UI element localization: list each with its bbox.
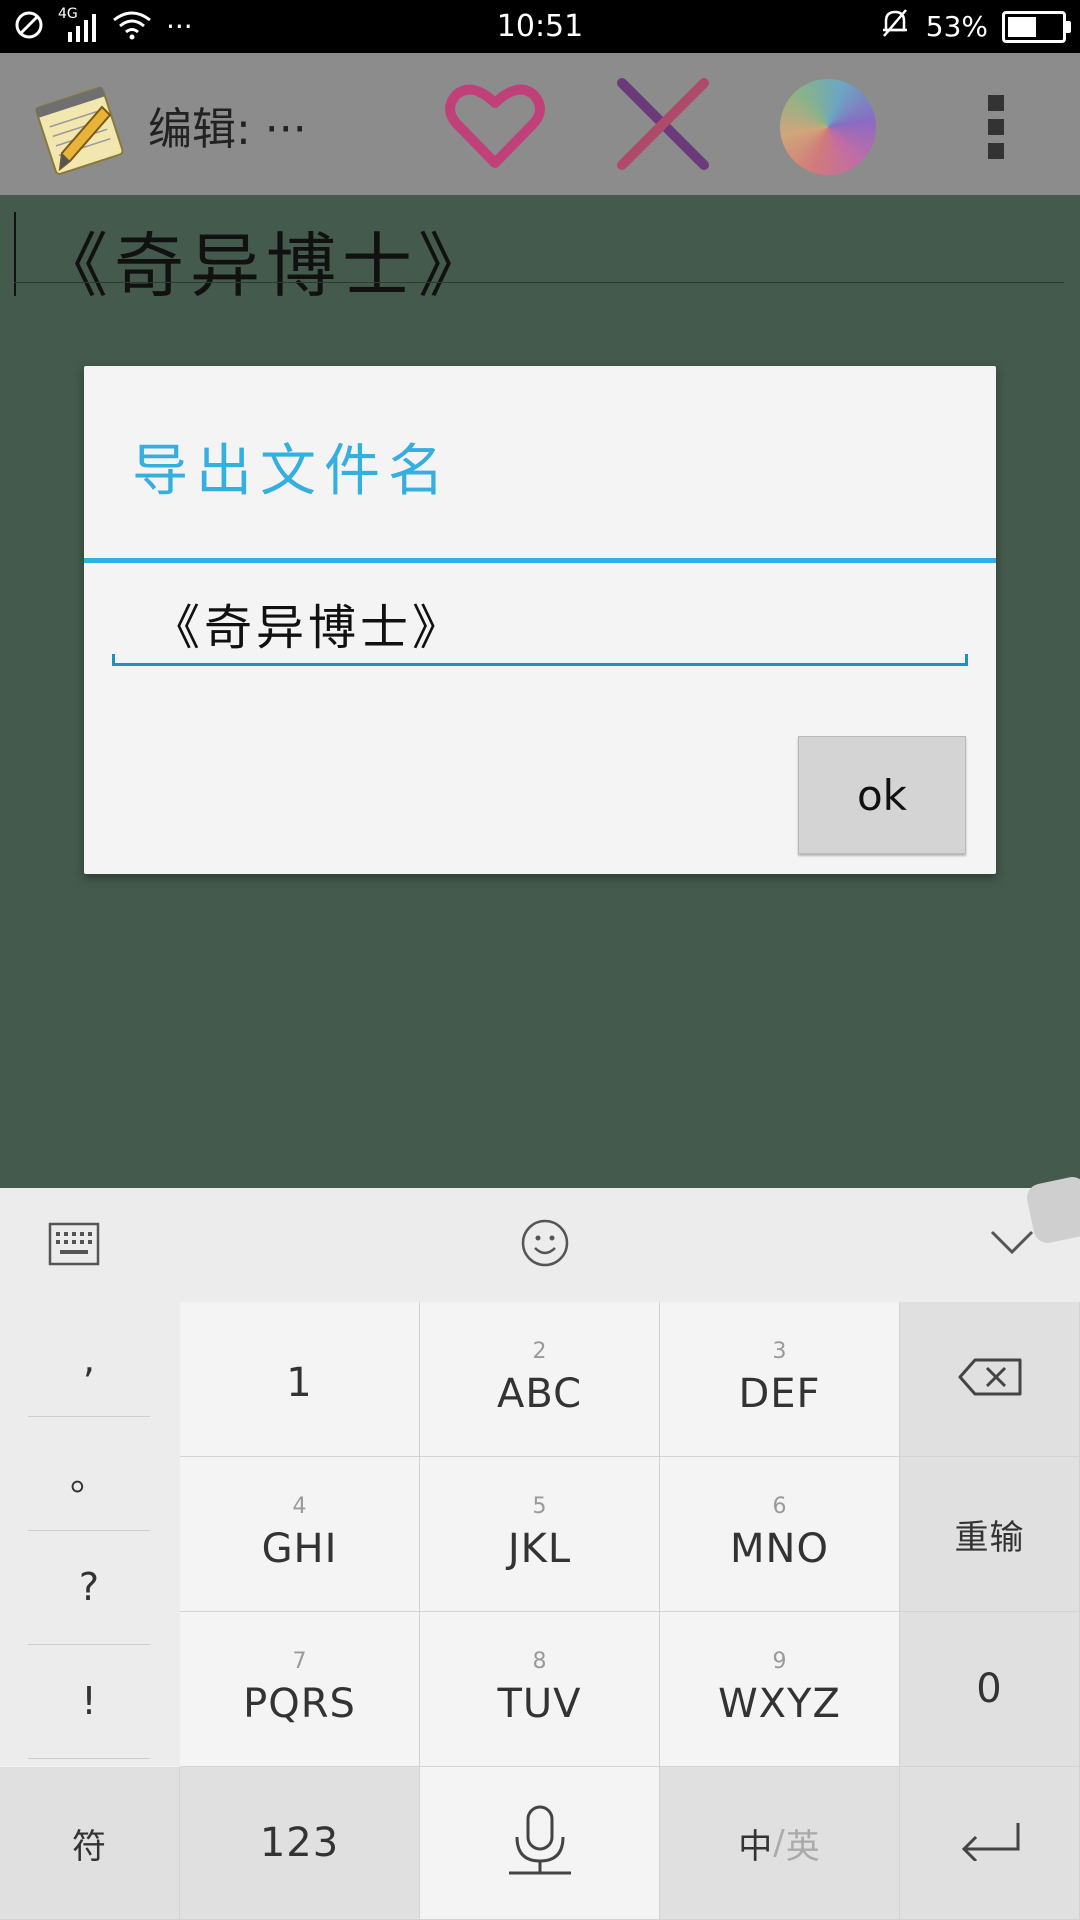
voice-input-key[interactable] (420, 1767, 660, 1920)
language-switch-key[interactable]: 中 / 英 (660, 1767, 900, 1920)
punctuation-column: , 。 ? ! (0, 1302, 181, 1766)
backspace-icon (957, 1357, 1023, 1401)
numeric-key[interactable]: 123 (180, 1767, 420, 1920)
key-5-jkl[interactable]: 5 JKL (420, 1457, 660, 1612)
close-icon[interactable] (612, 73, 714, 175)
keyboard-icon[interactable] (48, 1222, 100, 1270)
text-cursor (14, 212, 16, 296)
alarm-off-icon (878, 6, 912, 48)
microphone-icon (507, 1805, 573, 1881)
enter-icon (958, 1821, 1022, 1865)
color-palette-icon[interactable] (780, 79, 876, 175)
punct-key-period[interactable]: 。 (28, 1416, 150, 1531)
battery-icon (1002, 10, 1071, 43)
punct-key-comma[interactable]: , (28, 1302, 150, 1417)
collapse-keyboard-icon[interactable] (990, 1228, 1034, 1262)
key-8-tuv[interactable]: 8 TUV (420, 1612, 660, 1767)
editor-title: 编辑: ··· (148, 104, 307, 155)
dialog-divider (84, 558, 996, 563)
emoji-icon[interactable] (520, 1218, 570, 1272)
export-filename-dialog: 导出文件名 《奇异博士》 ok (84, 366, 996, 874)
symbols-key[interactable]: 符 (0, 1767, 180, 1920)
backspace-key[interactable] (900, 1302, 1080, 1457)
overflow-menu-icon[interactable] (984, 95, 1008, 159)
key-7-pqrs[interactable]: 7 PQRS (180, 1612, 420, 1767)
key-1[interactable]: 1 (180, 1302, 420, 1457)
key-4-ghi[interactable]: 4 GHI (180, 1457, 420, 1612)
key-3-def[interactable]: 3 DEF (660, 1302, 900, 1457)
heart-icon[interactable] (440, 71, 550, 181)
editor-text[interactable]: 《奇异博士》 (38, 210, 494, 311)
key-9-wxyz[interactable]: 9 WXYZ (660, 1612, 900, 1767)
action-bar: 编辑: ··· (0, 53, 1080, 195)
filename-value: 《奇异博士》 (152, 600, 465, 656)
enter-key[interactable] (900, 1767, 1080, 1920)
key-6-mno[interactable]: 6 MNO (660, 1457, 900, 1612)
notepad-app-icon[interactable] (30, 81, 134, 177)
battery-percent: 53% (925, 10, 988, 43)
input-underline (112, 663, 968, 666)
ok-button[interactable]: ok (798, 736, 966, 854)
key-0[interactable]: 0 (900, 1612, 1080, 1767)
keyboard-toolbar (0, 1188, 1080, 1303)
status-right-icons: 53% (878, 0, 1071, 53)
punct-key-question[interactable]: ? (28, 1530, 150, 1645)
filename-input[interactable]: 《奇异博士》 (112, 582, 968, 666)
key-2-abc[interactable]: 2 ABC (420, 1302, 660, 1457)
editor-underline (14, 282, 1064, 283)
retype-key[interactable]: 重输 (900, 1457, 1080, 1612)
status-bar: 4G ··· 10:51 53% (0, 0, 1080, 53)
punct-key-exclaim[interactable]: ! (28, 1644, 150, 1759)
dialog-title: 导出文件名 (132, 439, 452, 504)
